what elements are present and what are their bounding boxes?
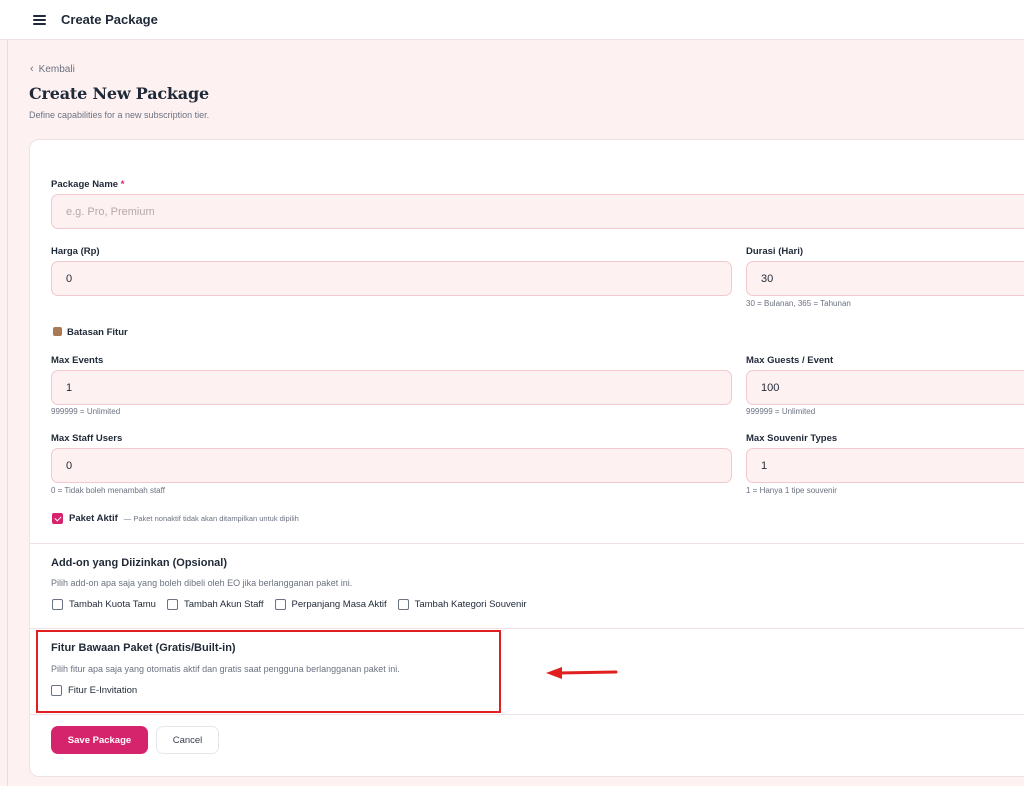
divider <box>30 714 1024 715</box>
max-guests-input[interactable]: 100 <box>746 370 1024 405</box>
max-staff-label: Max Staff Users <box>51 433 123 444</box>
annotation-highlight-box <box>36 630 501 713</box>
max-guests-hint: 999999 = Unlimited <box>746 407 816 416</box>
package-name-input[interactable]: e.g. Pro, Premium <box>51 194 1024 229</box>
checkbox-checked-icon[interactable] <box>52 513 63 524</box>
package-name-label-text: Package Name <box>51 179 119 190</box>
max-events-hint: 999999 = Unlimited <box>51 407 121 416</box>
max-staff-input[interactable]: 0 <box>51 448 732 483</box>
box-icon <box>53 327 62 336</box>
active-checkbox[interactable]: Paket Aktif — Paket nonaktif tidak akan … <box>52 513 299 524</box>
top-bar: Create Package <box>0 0 1024 40</box>
addon-tambah-kuota-tamu[interactable]: Tambah Kuota Tamu <box>52 599 156 610</box>
durasi-input[interactable]: 30 <box>746 261 1024 296</box>
cancel-button[interactable]: Cancel <box>156 726 219 754</box>
limits-section-label: Batasan Fitur <box>67 327 128 338</box>
page-title: Create New Package <box>29 84 209 103</box>
addons-description: Pilih add-on apa saja yang boleh dibeli … <box>51 578 353 588</box>
max-events-label: Max Events <box>51 355 104 366</box>
limits-section-title: Batasan Fitur <box>53 327 128 338</box>
active-label: Paket Aktif <box>69 513 118 524</box>
harga-label: Harga (Rp) <box>51 246 100 257</box>
sidebar-edge <box>7 40 8 786</box>
max-souvenir-label: Max Souvenir Types <box>746 433 838 444</box>
header-title: Create Package <box>61 12 158 27</box>
durasi-hint: 30 = Bulanan, 365 = Tahunan <box>746 299 851 308</box>
chevron-left-icon: ‹ <box>30 63 34 75</box>
addon-label: Tambah Kategori Souvenir <box>414 599 527 610</box>
checkbox-icon[interactable] <box>397 599 409 610</box>
addon-label: Perpanjang Masa Aktif <box>291 599 387 610</box>
back-link[interactable]: ‹ Kembali <box>30 63 75 75</box>
required-mark: * <box>120 179 125 190</box>
package-name-label: Package Name * <box>51 179 124 190</box>
max-staff-hint: 0 = Tidak boleh menambah staff <box>51 486 165 495</box>
hamburger-icon[interactable] <box>33 14 46 25</box>
page-subtitle: Define capabilities for a new subscripti… <box>29 110 210 120</box>
addon-tambah-kategori-souvenir[interactable]: Tambah Kategori Souvenir <box>397 599 527 610</box>
checkbox-icon[interactable] <box>166 599 178 610</box>
addon-perpanjang-masa-aktif[interactable]: Perpanjang Masa Aktif <box>274 599 387 610</box>
addon-label: Tambah Kuota Tamu <box>69 599 156 610</box>
addons-list: Tambah Kuota Tamu Tambah Akun Staff Perp… <box>52 599 527 610</box>
durasi-label: Durasi (Hari) <box>746 246 804 257</box>
addon-label: Tambah Akun Staff <box>183 599 264 610</box>
max-events-input[interactable]: 1 <box>51 370 732 405</box>
max-souvenir-hint: 1 = Hanya 1 tipe souvenir <box>746 486 837 495</box>
addons-title: Add-on yang Diizinkan (Opsional) <box>51 557 227 569</box>
active-note: — Paket nonaktif tidak akan ditampilkan … <box>123 514 299 523</box>
max-souvenir-input[interactable]: 1 <box>746 448 1024 483</box>
checkbox-icon[interactable] <box>52 599 63 610</box>
divider <box>30 543 1024 544</box>
harga-input[interactable]: 0 <box>51 261 732 296</box>
save-package-button[interactable]: Save Package <box>51 726 148 754</box>
divider <box>30 628 1024 629</box>
max-guests-label: Max Guests / Event <box>746 355 834 366</box>
addon-tambah-akun-staff[interactable]: Tambah Akun Staff <box>166 599 264 610</box>
annotation-arrow-icon <box>546 667 618 679</box>
checkbox-icon[interactable] <box>274 599 286 610</box>
back-link-label: Kembali <box>38 63 75 75</box>
